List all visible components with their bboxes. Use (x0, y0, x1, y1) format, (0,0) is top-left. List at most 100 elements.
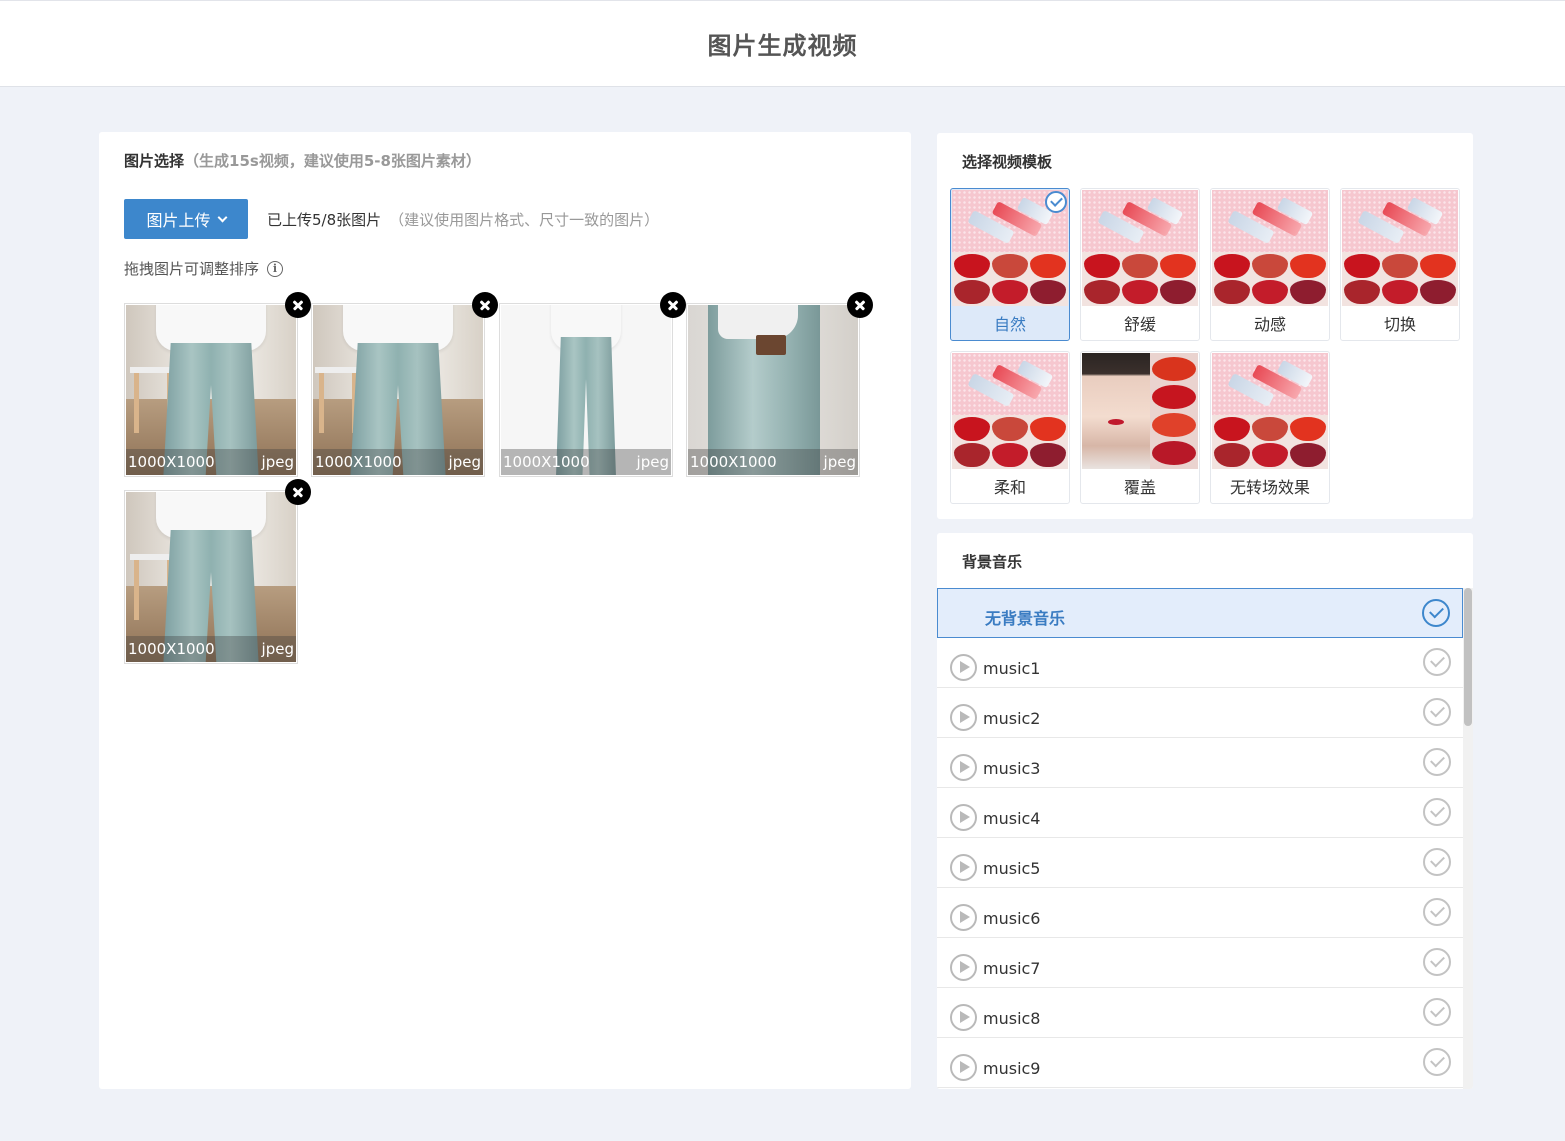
template-card-overlay[interactable]: 覆盖 (1080, 351, 1200, 504)
music-track-row[interactable]: music9 (937, 1038, 1463, 1088)
image-size: 1000X1000 (128, 453, 215, 471)
check-circle-icon[interactable] (1423, 848, 1451, 876)
music-track-row[interactable]: music4 (937, 788, 1463, 838)
check-circle-icon[interactable] (1423, 798, 1451, 826)
drag-sort-tip: 拖拽图片可调整排序 i (124, 258, 284, 279)
info-icon[interactable]: i (267, 260, 284, 277)
template-label: 无转场效果 (1229, 478, 1310, 497)
image-thumbnail[interactable]: 1000X1000 jpeg (124, 292, 311, 477)
lipstick-thumbnail (1342, 190, 1458, 306)
image-thumbnail[interactable]: 1000X1000 jpeg (499, 292, 686, 477)
template-card-natural[interactable]: 自然 (950, 188, 1070, 341)
image-format: jpeg (448, 453, 481, 471)
image-meta: 1000X1000 jpeg (688, 449, 858, 475)
music-list-scrollbar[interactable] (1463, 588, 1473, 1089)
page-title: 图片生成视频 (707, 32, 858, 60)
image-upload-label: 图片上传 (146, 211, 211, 230)
music-track-row[interactable]: music1 (937, 638, 1463, 688)
chevron-down-icon (217, 212, 227, 222)
play-icon[interactable] (950, 854, 977, 881)
music-track-name: music2 (983, 709, 1041, 728)
image-size: 1000X1000 (315, 453, 402, 471)
no-music-label: 无背景音乐 (985, 609, 1066, 628)
image-upload-button[interactable]: 图片上传 (124, 199, 248, 239)
drag-sort-tip-text: 拖拽图片可调整排序 (124, 260, 260, 278)
check-circle-icon[interactable] (1423, 648, 1451, 676)
image-thumbnail[interactable]: 1000X1000 jpeg (686, 292, 873, 477)
music-track-name: music5 (983, 859, 1041, 878)
music-track-row[interactable]: music8 (937, 988, 1463, 1038)
music-track-name: music4 (983, 809, 1041, 828)
image-meta: 1000X1000 jpeg (126, 449, 296, 475)
upload-status: 已上传5/8张图片 （建议使用图片格式、尺寸一致的图片） (267, 209, 659, 230)
image-selection-hint: （生成15s视频，建议使用5-8张图片素材） (184, 152, 481, 170)
music-track-row[interactable]: music5 (937, 838, 1463, 888)
check-circle-icon[interactable] (1423, 948, 1451, 976)
image-selection-panel: 图片选择（生成15s视频，建议使用5-8张图片素材） 图片上传 已上传5/8张图… (99, 132, 911, 1089)
template-label: 舒缓 (1123, 315, 1156, 334)
music-track-name: music7 (983, 959, 1041, 978)
music-track-row[interactable]: music2 (937, 688, 1463, 738)
image-size: 1000X1000 (128, 640, 215, 658)
image-selection-title: 图片选择（生成15s视频，建议使用5-8张图片素材） (124, 150, 481, 171)
check-circle-icon[interactable] (1423, 698, 1451, 726)
music-track-name: music1 (983, 659, 1041, 678)
music-track-row[interactable]: music3 (937, 738, 1463, 788)
remove-image-icon[interactable] (285, 479, 311, 505)
lipstick-thumbnail (1212, 353, 1328, 469)
image-selection-title-text: 图片选择 (124, 152, 185, 170)
check-circle-icon[interactable] (1423, 748, 1451, 776)
image-size: 1000X1000 (690, 453, 777, 471)
lipstick-thumbnail (1212, 190, 1328, 306)
template-card-switch[interactable]: 切换 (1340, 188, 1460, 341)
music-track-row[interactable]: music6 (937, 888, 1463, 938)
check-circle-icon[interactable] (1423, 998, 1451, 1026)
image-size: 1000X1000 (503, 453, 590, 471)
image-format: jpeg (636, 453, 669, 471)
video-template-panel: 选择视频模板 自然 舒缓 动感 切换 柔和 覆盖 无转场效果 (937, 133, 1473, 519)
lipstick-thumbnail (952, 353, 1068, 469)
template-card-soft[interactable]: 柔和 (950, 351, 1070, 504)
image-thumbnail[interactable]: 1000X1000 jpeg (124, 479, 311, 664)
remove-image-icon[interactable] (472, 292, 498, 318)
lipstick-thumbnail (1082, 190, 1198, 306)
image-meta: 1000X1000 jpeg (126, 636, 296, 662)
template-label: 柔和 (993, 478, 1026, 497)
check-circle-icon[interactable] (1423, 1048, 1451, 1076)
background-music-title: 背景音乐 (962, 553, 1023, 571)
play-icon[interactable] (950, 804, 977, 831)
play-icon[interactable] (950, 954, 977, 981)
play-icon[interactable] (950, 1054, 977, 1081)
image-format: jpeg (823, 453, 856, 471)
remove-image-icon[interactable] (660, 292, 686, 318)
template-label: 覆盖 (1123, 478, 1156, 497)
template-card-no-transition[interactable]: 无转场效果 (1210, 351, 1330, 504)
image-thumbnail[interactable]: 1000X1000 jpeg (311, 292, 498, 477)
page-header: 图片生成视频 (0, 0, 1565, 87)
play-icon[interactable] (950, 704, 977, 731)
remove-image-icon[interactable] (285, 292, 311, 318)
image-format: jpeg (261, 453, 294, 471)
upload-count: 已上传5/8张图片 (267, 211, 382, 229)
music-track-name: music8 (983, 1009, 1041, 1028)
template-card-dynamic[interactable]: 动感 (1210, 188, 1330, 341)
play-icon[interactable] (950, 654, 977, 681)
no-music-option[interactable]: 无背景音乐 (937, 588, 1463, 638)
model-thumbnail (1082, 353, 1198, 469)
music-track-row[interactable]: music7 (937, 938, 1463, 988)
remove-image-icon[interactable] (847, 292, 873, 318)
selected-check-icon (1422, 599, 1450, 627)
template-card-soothing[interactable]: 舒缓 (1080, 188, 1200, 341)
image-format: jpeg (261, 640, 294, 658)
scrollbar-thumb[interactable] (1464, 588, 1472, 726)
play-icon[interactable] (950, 904, 977, 931)
music-track-name: music9 (983, 1059, 1041, 1078)
image-meta: 1000X1000 jpeg (501, 449, 671, 475)
image-meta: 1000X1000 jpeg (313, 449, 483, 475)
play-icon[interactable] (950, 754, 977, 781)
check-circle-icon[interactable] (1423, 898, 1451, 926)
selected-check-icon (1045, 191, 1067, 213)
play-icon[interactable] (950, 1004, 977, 1031)
template-label: 自然 (993, 315, 1026, 334)
background-music-panel: 背景音乐 无背景音乐 music1 music2 music3 music4 m… (937, 533, 1473, 1089)
